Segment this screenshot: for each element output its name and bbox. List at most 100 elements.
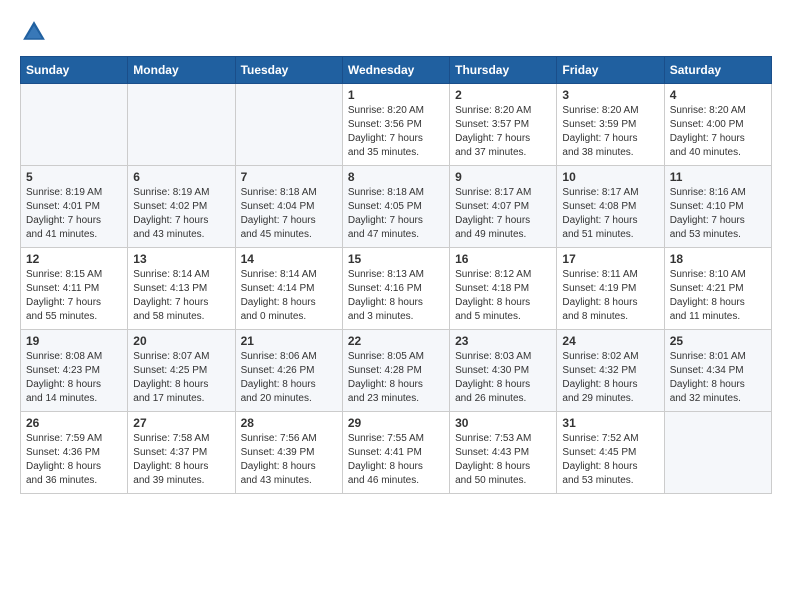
calendar-cell: 14 Sunrise: 8:14 AM Sunset: 4:14 PM Dayli… <box>235 248 342 330</box>
logo <box>20 18 52 46</box>
day-info: Sunrise: 8:20 AM Sunset: 4:00 PM Dayligh… <box>670 104 766 160</box>
day-number: 17 <box>562 252 658 266</box>
calendar-cell: 27 Sunrise: 7:58 AM Sunset: 4:37 PM Dayli… <box>128 412 235 494</box>
calendar-cell <box>128 84 235 166</box>
calendar-cell: 25 Sunrise: 8:01 AM Sunset: 4:34 PM Dayli… <box>664 330 771 412</box>
day-info: Sunrise: 8:14 AM Sunset: 4:14 PM Dayligh… <box>241 268 337 324</box>
day-info: Sunrise: 8:19 AM Sunset: 4:01 PM Dayligh… <box>26 186 122 242</box>
calendar-cell: 28 Sunrise: 7:56 AM Sunset: 4:39 PM Dayli… <box>235 412 342 494</box>
day-info: Sunrise: 8:14 AM Sunset: 4:13 PM Dayligh… <box>133 268 229 324</box>
day-info: Sunrise: 8:13 AM Sunset: 4:16 PM Dayligh… <box>348 268 444 324</box>
day-number: 20 <box>133 334 229 348</box>
day-number: 22 <box>348 334 444 348</box>
weekday-header: Friday <box>557 57 664 84</box>
calendar-cell: 23 Sunrise: 8:03 AM Sunset: 4:30 PM Dayli… <box>450 330 557 412</box>
day-number: 29 <box>348 416 444 430</box>
day-number: 24 <box>562 334 658 348</box>
weekday-header: Saturday <box>664 57 771 84</box>
weekday-header: Wednesday <box>342 57 449 84</box>
day-info: Sunrise: 8:02 AM Sunset: 4:32 PM Dayligh… <box>562 350 658 406</box>
day-number: 4 <box>670 88 766 102</box>
calendar-cell: 29 Sunrise: 7:55 AM Sunset: 4:41 PM Dayli… <box>342 412 449 494</box>
calendar-cell: 13Sunrise: 8:14 AM Sunset: 4:13 PM Dayli… <box>128 248 235 330</box>
day-info: Sunrise: 7:55 AM Sunset: 4:41 PM Dayligh… <box>348 432 444 488</box>
day-number: 9 <box>455 170 551 184</box>
calendar-cell: 1 Sunrise: 8:20 AM Sunset: 3:56 PM Daylig… <box>342 84 449 166</box>
weekday-header: Monday <box>128 57 235 84</box>
calendar-cell: 22 Sunrise: 8:05 AM Sunset: 4:28 PM Dayli… <box>342 330 449 412</box>
day-number: 7 <box>241 170 337 184</box>
calendar-cell: 31 Sunrise: 7:52 AM Sunset: 4:45 PM Dayli… <box>557 412 664 494</box>
calendar-cell: 6Sunrise: 8:19 AM Sunset: 4:02 PM Daylig… <box>128 166 235 248</box>
day-info: Sunrise: 8:17 AM Sunset: 4:07 PM Dayligh… <box>455 186 551 242</box>
day-info: Sunrise: 8:16 AM Sunset: 4:10 PM Dayligh… <box>670 186 766 242</box>
calendar-cell: 18Sunrise: 8:10 AM Sunset: 4:21 PM Dayli… <box>664 248 771 330</box>
day-info: Sunrise: 8:17 AM Sunset: 4:08 PM Dayligh… <box>562 186 658 242</box>
day-info: Sunrise: 8:11 AM Sunset: 4:19 PM Dayligh… <box>562 268 658 324</box>
header <box>20 18 772 46</box>
calendar-cell: 5 Sunrise: 8:19 AM Sunset: 4:01 PM Daylig… <box>21 166 128 248</box>
calendar-cell <box>664 412 771 494</box>
day-number: 5 <box>26 170 122 184</box>
day-info: Sunrise: 8:08 AM Sunset: 4:23 PM Dayligh… <box>26 350 122 406</box>
day-number: 2 <box>455 88 551 102</box>
calendar-week-row: 19 Sunrise: 8:08 AM Sunset: 4:23 PM Dayli… <box>21 330 772 412</box>
calendar-cell: 17 Sunrise: 8:11 AM Sunset: 4:19 PM Dayli… <box>557 248 664 330</box>
day-info: Sunrise: 7:53 AM Sunset: 4:43 PM Dayligh… <box>455 432 551 488</box>
day-info: Sunrise: 8:01 AM Sunset: 4:34 PM Dayligh… <box>670 350 766 406</box>
day-number: 12 <box>26 252 122 266</box>
calendar-cell: 26 Sunrise: 7:59 AM Sunset: 4:36 PM Dayli… <box>21 412 128 494</box>
calendar-cell: 8 Sunrise: 8:18 AM Sunset: 4:05 PM Daylig… <box>342 166 449 248</box>
day-number: 30 <box>455 416 551 430</box>
day-number: 25 <box>670 334 766 348</box>
weekday-header: Thursday <box>450 57 557 84</box>
weekday-header: Tuesday <box>235 57 342 84</box>
day-info: Sunrise: 8:20 AM Sunset: 3:59 PM Dayligh… <box>562 104 658 160</box>
calendar-cell: 10 Sunrise: 8:17 AM Sunset: 4:08 PM Dayli… <box>557 166 664 248</box>
day-info: Sunrise: 8:18 AM Sunset: 4:05 PM Dayligh… <box>348 186 444 242</box>
day-info: Sunrise: 7:59 AM Sunset: 4:36 PM Dayligh… <box>26 432 122 488</box>
day-info: Sunrise: 8:05 AM Sunset: 4:28 PM Dayligh… <box>348 350 444 406</box>
day-info: Sunrise: 8:12 AM Sunset: 4:18 PM Dayligh… <box>455 268 551 324</box>
day-number: 3 <box>562 88 658 102</box>
day-info: Sunrise: 7:58 AM Sunset: 4:37 PM Dayligh… <box>133 432 229 488</box>
day-info: Sunrise: 8:20 AM Sunset: 3:56 PM Dayligh… <box>348 104 444 160</box>
calendar-week-row: 26 Sunrise: 7:59 AM Sunset: 4:36 PM Dayli… <box>21 412 772 494</box>
logo-icon <box>20 18 48 46</box>
calendar-week-row: 12Sunrise: 8:15 AM Sunset: 4:11 PM Dayli… <box>21 248 772 330</box>
calendar-cell: 7 Sunrise: 8:18 AM Sunset: 4:04 PM Daylig… <box>235 166 342 248</box>
day-info: Sunrise: 8:07 AM Sunset: 4:25 PM Dayligh… <box>133 350 229 406</box>
day-info: Sunrise: 7:56 AM Sunset: 4:39 PM Dayligh… <box>241 432 337 488</box>
day-info: Sunrise: 8:20 AM Sunset: 3:57 PM Dayligh… <box>455 104 551 160</box>
calendar-cell: 11Sunrise: 8:16 AM Sunset: 4:10 PM Dayli… <box>664 166 771 248</box>
day-number: 23 <box>455 334 551 348</box>
day-number: 28 <box>241 416 337 430</box>
day-number: 27 <box>133 416 229 430</box>
calendar-cell: 19 Sunrise: 8:08 AM Sunset: 4:23 PM Dayli… <box>21 330 128 412</box>
calendar-cell: 15 Sunrise: 8:13 AM Sunset: 4:16 PM Dayli… <box>342 248 449 330</box>
day-number: 10 <box>562 170 658 184</box>
calendar-cell: 16Sunrise: 8:12 AM Sunset: 4:18 PM Dayli… <box>450 248 557 330</box>
calendar-cell: 20 Sunrise: 8:07 AM Sunset: 4:25 PM Dayli… <box>128 330 235 412</box>
calendar-week-row: 5 Sunrise: 8:19 AM Sunset: 4:01 PM Daylig… <box>21 166 772 248</box>
day-number: 26 <box>26 416 122 430</box>
calendar-cell: 3 Sunrise: 8:20 AM Sunset: 3:59 PM Daylig… <box>557 84 664 166</box>
day-number: 31 <box>562 416 658 430</box>
calendar-header-row: SundayMondayTuesdayWednesdayThursdayFrid… <box>21 57 772 84</box>
day-info: Sunrise: 8:06 AM Sunset: 4:26 PM Dayligh… <box>241 350 337 406</box>
day-number: 8 <box>348 170 444 184</box>
day-number: 21 <box>241 334 337 348</box>
weekday-header: Sunday <box>21 57 128 84</box>
day-info: Sunrise: 7:52 AM Sunset: 4:45 PM Dayligh… <box>562 432 658 488</box>
calendar-week-row: 1 Sunrise: 8:20 AM Sunset: 3:56 PM Daylig… <box>21 84 772 166</box>
day-info: Sunrise: 8:03 AM Sunset: 4:30 PM Dayligh… <box>455 350 551 406</box>
calendar-cell: 4 Sunrise: 8:20 AM Sunset: 4:00 PM Daylig… <box>664 84 771 166</box>
day-info: Sunrise: 8:18 AM Sunset: 4:04 PM Dayligh… <box>241 186 337 242</box>
calendar-cell: 21 Sunrise: 8:06 AM Sunset: 4:26 PM Dayli… <box>235 330 342 412</box>
day-number: 15 <box>348 252 444 266</box>
day-number: 1 <box>348 88 444 102</box>
day-number: 19 <box>26 334 122 348</box>
day-number: 14 <box>241 252 337 266</box>
calendar-cell <box>21 84 128 166</box>
day-number: 18 <box>670 252 766 266</box>
